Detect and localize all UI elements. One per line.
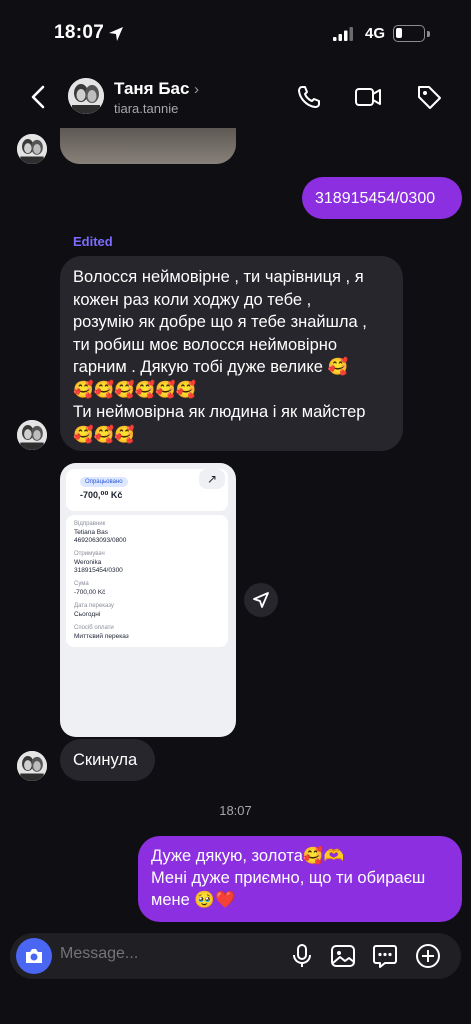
- plus-circle-icon[interactable]: [414, 942, 442, 970]
- avatar[interactable]: [17, 751, 47, 781]
- contact-username: tiara.tannie: [114, 101, 179, 116]
- receipt-amount: -700,⁰⁰ Kč: [80, 490, 123, 500]
- message-incoming[interactable]: Скинула: [60, 739, 155, 781]
- message-text: Волосся неймовірне , ти чарівниця , я ко…: [73, 268, 367, 444]
- battery-cap: [427, 31, 430, 37]
- avatar[interactable]: [17, 420, 47, 450]
- edited-label[interactable]: Edited: [73, 234, 113, 249]
- share-button[interactable]: [244, 583, 278, 617]
- camera-icon: [26, 949, 42, 963]
- image-icon[interactable]: [329, 942, 357, 970]
- status-time: 18:07: [54, 22, 105, 43]
- payment-receipt-image[interactable]: Опрацьовано -700,⁰⁰ Kč ↗ Відправник Teti…: [60, 463, 236, 737]
- avatar[interactable]: [68, 78, 104, 114]
- message-text: Дуже дякую, золота🥰🫶 Мені дуже приємно, …: [151, 847, 426, 909]
- avatar[interactable]: [17, 134, 47, 164]
- message-input[interactable]: [60, 945, 260, 963]
- phone-icon[interactable]: [295, 83, 323, 111]
- signal-icon: [333, 27, 353, 41]
- network-type: 4G: [365, 25, 386, 42]
- contact-name[interactable]: Таня Бас: [114, 79, 189, 99]
- microphone-icon[interactable]: [288, 942, 316, 970]
- receipt-summary: Опрацьовано -700,⁰⁰ Kč ↗: [66, 469, 228, 511]
- message-text: 318915454/0300: [315, 190, 436, 207]
- tag-icon[interactable]: [415, 83, 443, 111]
- message-incoming[interactable]: Волосся неймовірне , ти чарівниця , я ко…: [60, 256, 403, 451]
- chat-header: Таня Бас › tiara.tannie: [0, 70, 471, 130]
- chevron-left-icon[interactable]: [26, 82, 52, 112]
- status-bar: 18:07 4G: [0, 0, 471, 70]
- battery-icon: [393, 25, 425, 42]
- chevron-right-icon[interactable]: ›: [194, 81, 199, 98]
- status-badge: Опрацьовано: [80, 477, 128, 487]
- location-arrow-icon: [109, 27, 123, 41]
- timestamp: 18:07: [219, 803, 252, 818]
- message-outgoing[interactable]: 318915454/0300: [302, 177, 462, 219]
- chat-sticker-icon[interactable]: [371, 942, 399, 970]
- message-text: Скинула: [73, 751, 138, 769]
- shared-photo[interactable]: [60, 128, 236, 164]
- receipt-details: Відправник Tetiana Bas 4692063093/0800 О…: [66, 515, 228, 647]
- video-camera-icon[interactable]: [354, 83, 382, 111]
- send-icon: [253, 592, 269, 608]
- message-composer: [10, 933, 461, 979]
- arrow-up-right-icon: ↗: [199, 469, 225, 489]
- message-outgoing[interactable]: Дуже дякую, золота🥰🫶 Мені дуже приємно, …: [138, 836, 462, 922]
- camera-button[interactable]: [16, 938, 52, 974]
